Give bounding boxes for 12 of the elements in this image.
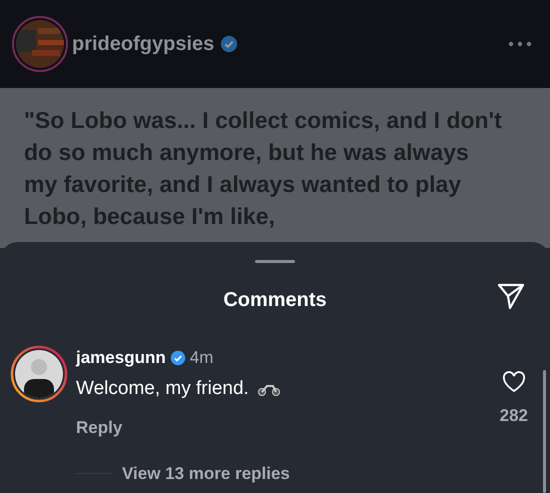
heart-icon[interactable] xyxy=(502,371,526,393)
post-caption: "So Lobo was... I collect comics, and I don't do so much anymore, but he was always my favorite, and I always wanted to play Lobo, because I'm like, xyxy=(24,106,503,231)
view-replies-button[interactable]: View 13 more replies xyxy=(122,461,290,486)
sheet-title: Comments xyxy=(223,288,327,313)
reply-button[interactable]: Reply xyxy=(76,415,122,440)
post-username[interactable]: prideofgypsies xyxy=(72,29,214,59)
like-count: 282 xyxy=(500,405,528,427)
comment-username[interactable]: jamesgunn xyxy=(76,345,166,370)
more-icon[interactable] xyxy=(508,41,532,47)
comment-text: Welcome, my friend. xyxy=(76,376,249,400)
comment-time: 4m xyxy=(190,347,214,369)
share-icon[interactable] xyxy=(496,281,526,311)
